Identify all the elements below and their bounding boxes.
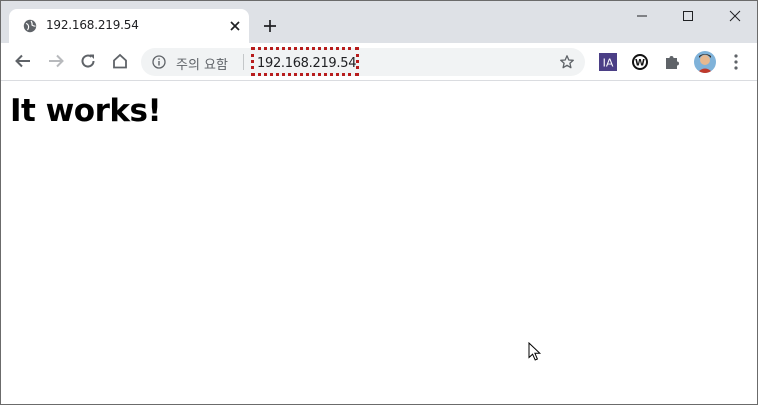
security-warning-label[interactable]: 주의 요함: [176, 54, 228, 73]
puzzle-icon[interactable]: [663, 53, 681, 71]
ia-extension-label: IA: [603, 57, 614, 70]
tab-title: 192.168.219.54: [46, 18, 139, 32]
browser-window: 192.168.219.54 주의 요함 192.168.219.54 IA W…: [0, 0, 758, 405]
page-content: It works!: [1, 81, 757, 404]
window-close-icon[interactable]: [725, 7, 745, 25]
omnibox-divider: [243, 54, 244, 70]
w-extension-label: W: [635, 59, 645, 69]
home-icon[interactable]: [111, 52, 129, 70]
mouse-cursor-icon: [528, 342, 542, 361]
w-extension-icon[interactable]: W: [631, 53, 649, 71]
close-icon[interactable]: [227, 18, 243, 34]
info-icon[interactable]: [152, 55, 166, 69]
star-icon[interactable]: [559, 54, 575, 70]
avatar[interactable]: [694, 51, 716, 73]
kebab-menu-icon[interactable]: [731, 53, 741, 71]
minimize-icon[interactable]: [632, 7, 652, 25]
url-highlight-box: 192.168.219.54: [251, 47, 359, 76]
tab-strip: 192.168.219.54: [1, 1, 757, 43]
plus-icon[interactable]: [262, 18, 278, 34]
address-bar[interactable]: 주의 요함 192.168.219.54: [141, 47, 585, 76]
forward-arrow-icon[interactable]: [47, 52, 65, 70]
ia-extension-icon[interactable]: IA: [599, 53, 617, 71]
page-heading: It works!: [10, 93, 162, 129]
tab-active[interactable]: 192.168.219.54: [9, 9, 249, 43]
toolbar: 주의 요함 192.168.219.54 IA W: [1, 43, 757, 80]
maximize-icon[interactable]: [678, 7, 698, 25]
url-text[interactable]: 192.168.219.54: [257, 56, 356, 71]
globe-icon: [23, 19, 37, 33]
back-arrow-icon[interactable]: [14, 52, 32, 70]
reload-icon[interactable]: [79, 52, 97, 70]
avatar-image: [694, 51, 716, 73]
